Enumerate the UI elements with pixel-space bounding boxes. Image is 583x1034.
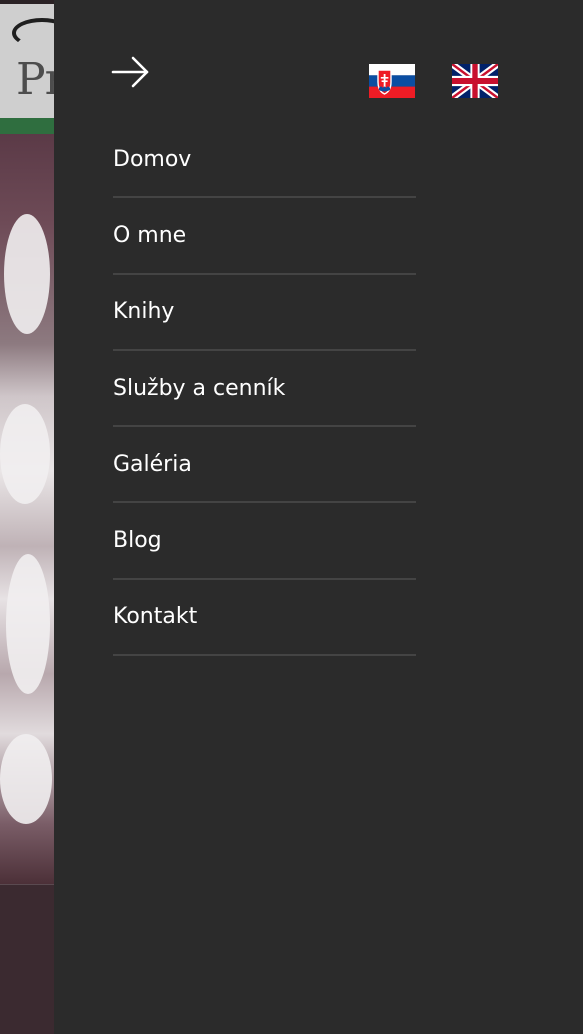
slovak-flag-icon (369, 64, 415, 98)
navigation-drawer: Domov O mne Knihy Služby a cenník Galéri… (54, 0, 583, 1034)
main-menu: Domov O mne Knihy Služby a cenník Galéri… (113, 122, 416, 657)
language-en-button[interactable] (452, 64, 498, 98)
flower-petal (4, 214, 50, 334)
background-footer (0, 884, 54, 1034)
page: Pro (0, 0, 583, 1034)
menu-item-sluzby-a-cennik[interactable]: Služby a cenník (113, 351, 416, 428)
flower-petal (0, 404, 50, 504)
background-header: Pro (0, 4, 54, 118)
flower-petal (0, 734, 52, 824)
background-page: Pro (0, 0, 54, 1034)
menu-item-kontakt[interactable]: Kontakt (113, 580, 416, 657)
background-logo-text: Pro (16, 54, 54, 105)
uk-flag-icon (452, 64, 498, 98)
flower-petal (6, 554, 50, 694)
close-drawer-button[interactable] (111, 54, 151, 90)
background-green-bar (0, 118, 54, 134)
arrow-right-icon (111, 56, 149, 88)
language-sk-button[interactable] (369, 64, 415, 98)
menu-item-knihy[interactable]: Knihy (113, 275, 416, 351)
menu-item-o-mne[interactable]: O mne (113, 198, 416, 275)
menu-item-galeria[interactable]: Galéria (113, 427, 416, 504)
logo-swoosh-icon (12, 18, 54, 48)
menu-item-blog[interactable]: Blog (113, 503, 416, 580)
background-hero-image (0, 134, 54, 884)
menu-item-domov[interactable]: Domov (113, 122, 416, 199)
